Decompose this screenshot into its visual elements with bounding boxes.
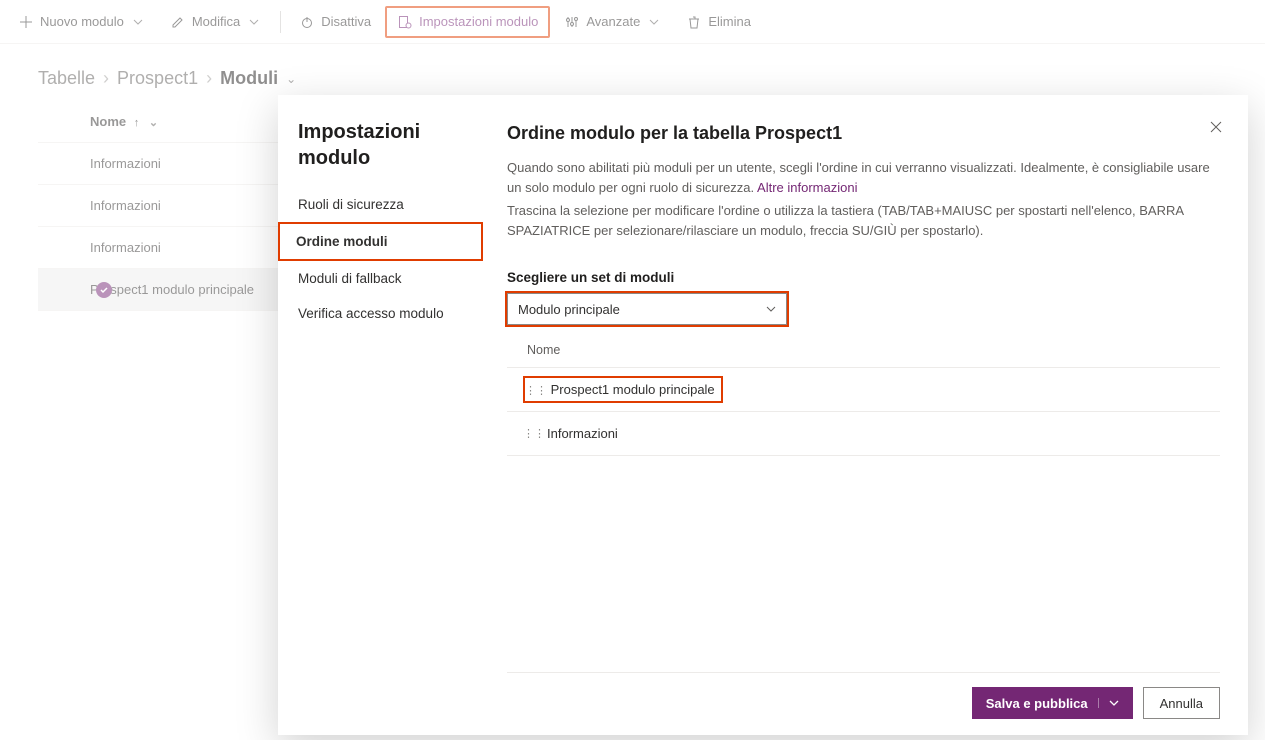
close-button[interactable] (1208, 119, 1224, 135)
order-item-name: Informazioni (547, 426, 618, 441)
nav-item-security-roles[interactable]: Ruoli di sicurezza (278, 187, 483, 222)
nav-item-fallback-forms[interactable]: Moduli di fallback (278, 261, 483, 296)
learn-more-link[interactable]: Altre informazioni (757, 180, 857, 195)
form-settings-panel: Impostazioni modulo Ruoli di sicurezza O… (278, 95, 1248, 735)
panel-footer: Salva e pubblica Annulla (507, 672, 1220, 735)
nav-item-form-order[interactable]: Ordine moduli (278, 222, 483, 261)
form-set-label: Scegliere un set di moduli (507, 270, 1220, 285)
drag-handle-icon[interactable]: ⋮⋮ (525, 385, 547, 397)
panel-content: Ordine modulo per la tabella Prospect1 Q… (483, 95, 1248, 735)
drag-handle-icon[interactable]: ⋮⋮ (523, 427, 537, 440)
panel-description-2: Trascina la selezione per modificare l'o… (507, 201, 1220, 240)
chevron-down-icon (1109, 698, 1119, 708)
order-item-name: Prospect1 modulo principale (551, 382, 715, 397)
save-publish-split[interactable] (1098, 698, 1119, 708)
form-set-dropdown[interactable]: Modulo principale (507, 293, 787, 325)
panel-nav-title: Impostazioni modulo (278, 119, 483, 187)
order-list-item[interactable]: ⋮⋮ Informazioni (507, 412, 1220, 456)
save-publish-label: Salva e pubblica (986, 696, 1088, 711)
order-list-header: Nome (507, 325, 1220, 368)
form-set-value: Modulo principale (518, 302, 620, 317)
panel-nav: Impostazioni modulo Ruoli di sicurezza O… (278, 95, 483, 735)
close-icon (1208, 119, 1224, 135)
panel-description-1: Quando sono abilitati più moduli per un … (507, 158, 1220, 197)
order-list-item[interactable]: ⋮⋮ Prospect1 modulo principale (507, 368, 1220, 412)
nav-item-verify-access[interactable]: Verifica accesso modulo (278, 296, 483, 331)
cancel-button[interactable]: Annulla (1143, 687, 1220, 719)
save-publish-button[interactable]: Salva e pubblica (972, 687, 1133, 719)
panel-title: Ordine modulo per la tabella Prospect1 (507, 123, 1220, 144)
chevron-down-icon (766, 304, 776, 314)
